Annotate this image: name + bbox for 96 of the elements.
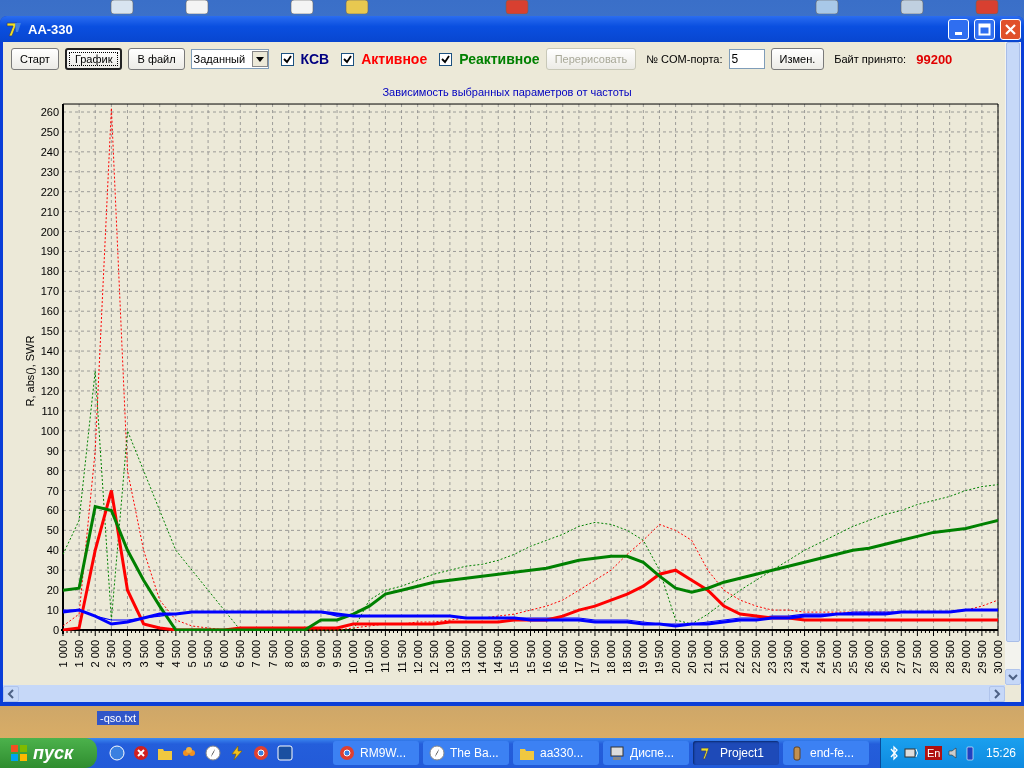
y-tick-label: 20 [46, 584, 59, 597]
y-tick-label: 190 [40, 245, 59, 258]
x-tick-label: 25 500 [846, 640, 859, 674]
x-tick-label: 29 000 [959, 640, 972, 674]
x-tick-label: 8 000 [282, 640, 295, 668]
clock: 15:26 [985, 746, 1016, 760]
x-tick-label: 16 500 [556, 640, 569, 674]
x-tick-label: 28 000 [927, 640, 940, 674]
y-tick-label: 40 [46, 544, 59, 557]
x-tick-label: 9 000 [314, 640, 327, 668]
x-tick-label: 26 500 [879, 640, 892, 674]
x-tick-label: 5 000 [185, 640, 198, 668]
x-tick-label: 4 000 [153, 640, 166, 668]
x-tick-label: 30 000 [992, 640, 1003, 674]
x-tick-label: 11 000 [379, 640, 392, 673]
x-tick-label: 3 500 [137, 640, 150, 668]
y-tick-label: 100 [40, 424, 59, 437]
x-tick-label: 14 000 [476, 640, 489, 674]
x-tick-label: 18 500 [621, 640, 634, 674]
y-tick-label: 10 [46, 604, 59, 617]
x-tick-label: 1 500 [73, 640, 86, 668]
x-tick-label: 2 500 [105, 640, 118, 668]
x-tick-label: 2 000 [89, 640, 102, 668]
x-tick-label: 29 500 [975, 640, 988, 674]
x-tick-label: 28 500 [943, 640, 956, 674]
y-tick-label: 120 [40, 384, 59, 397]
y-tick-label: 140 [40, 345, 59, 358]
x-tick-label: 6 000 [218, 640, 231, 668]
y-tick-label: 260 [40, 106, 59, 118]
checkbox-label: Активное [361, 51, 428, 67]
y-tick-label: 70 [46, 484, 59, 497]
x-tick-label: 6 500 [234, 640, 247, 668]
x-tick-label: 15 500 [524, 640, 537, 674]
x-tick-label: 24 500 [814, 640, 827, 674]
x-tick-label: 12 500 [427, 640, 440, 674]
x-tick-label: 4 500 [169, 640, 182, 668]
x-tick-label: 21 000 [701, 640, 714, 674]
checkbox-label: КСВ [300, 51, 330, 67]
x-tick-label: 10 000 [347, 640, 360, 674]
x-tick-label: 1 000 [57, 640, 69, 668]
chart-title: Зависимость выбранных параметров от частоты [382, 86, 632, 98]
y-tick-label: 90 [46, 444, 59, 457]
y-tick-label: 220 [40, 185, 59, 198]
x-tick-label: 22 500 [750, 640, 763, 674]
x-tick-label: 25 000 [830, 640, 843, 674]
y-tick-label: 250 [40, 125, 59, 138]
bytes-value: 99200 [916, 51, 953, 67]
x-tick-label: 7 000 [250, 640, 263, 668]
x-tick-label: 7 500 [266, 640, 279, 668]
x-tick-label: 18 000 [605, 640, 618, 674]
y-tick-label: 240 [40, 145, 59, 158]
x-tick-label: 5 500 [202, 640, 215, 668]
x-tick-label: 9 500 [331, 640, 344, 668]
x-tick-label: 11 500 [395, 640, 408, 673]
x-tick-label: 22 000 [734, 640, 747, 674]
x-tick-label: 20 500 [685, 640, 698, 674]
x-tick-label: 3 000 [121, 640, 134, 668]
x-tick-label: 8 500 [298, 640, 311, 668]
field-label: Байт принято: [834, 53, 907, 65]
x-tick-label: 14 500 [492, 640, 505, 674]
checkbox-label: Реактивное [459, 51, 540, 67]
x-tick-label: 19 500 [653, 640, 666, 674]
x-tick-label: 24 000 [798, 640, 811, 674]
x-tick-label: 17 000 [572, 640, 585, 674]
y-tick-label: 150 [40, 325, 59, 338]
y-tick-label: 110 [41, 404, 59, 417]
y-tick-label: 200 [40, 225, 59, 238]
x-tick-label: 27 000 [895, 640, 908, 674]
y-tick-label: 80 [46, 464, 59, 477]
x-tick-label: 19 000 [637, 640, 650, 674]
y-tick-label: 180 [40, 265, 59, 278]
y-tick-label: 130 [40, 365, 59, 377]
x-tick-label: 15 000 [508, 640, 521, 674]
y-tick-label: 210 [40, 205, 59, 218]
field-label: № COM-порта: [646, 53, 723, 65]
y-tick-label: 160 [40, 305, 59, 318]
y-tick-label: 0 [52, 624, 59, 636]
y-tick-label: 60 [46, 504, 59, 517]
x-tick-label: 27 500 [911, 640, 924, 674]
y-tick-label: 170 [40, 285, 59, 298]
y-axis-title: R, abs(), SWR [24, 335, 36, 407]
y-tick-label: 30 [46, 564, 59, 577]
x-tick-label: 12 000 [411, 640, 424, 674]
x-tick-label: 16 000 [540, 640, 553, 674]
x-tick-label: 23 500 [782, 640, 795, 674]
y-tick-label: 50 [46, 524, 59, 537]
x-tick-label: 21 500 [717, 640, 730, 674]
x-tick-label: 13 500 [460, 640, 472, 674]
x-tick-label: 13 000 [443, 640, 456, 674]
y-tick-label: 230 [40, 165, 59, 178]
x-tick-label: 17 500 [589, 640, 601, 674]
window-title: AA-330 [28, 21, 74, 37]
x-tick-label: 20 000 [669, 640, 682, 674]
x-tick-label: 10 500 [363, 640, 376, 674]
x-tick-label: 23 000 [766, 640, 779, 674]
x-tick-label: 26 000 [863, 640, 876, 674]
